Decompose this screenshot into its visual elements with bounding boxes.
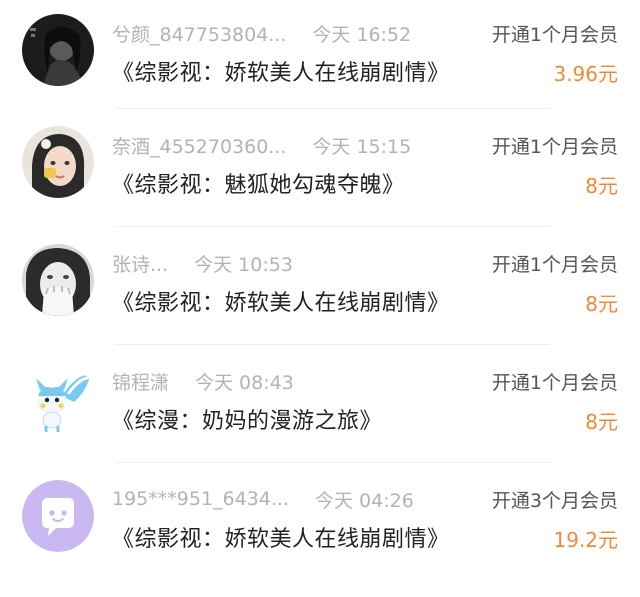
price: 3.96元: [553, 61, 618, 86]
list-item[interactable]: 奈酒_455270360... 今天 15:15 《综影视：魅狐她勾魂夺魄》 开…: [0, 109, 640, 227]
buyer-info: 195***951_6434... 今天 04:26: [112, 485, 414, 513]
book-title[interactable]: 《综影视：娇软美人在线崩剧情》: [112, 285, 450, 317]
purchase-time: 今天 04:26: [315, 489, 414, 512]
buyer-name[interactable]: 锦程潇: [112, 368, 169, 395]
buyer-info: 张诗... 今天 10:53: [112, 249, 293, 277]
purchase-time: 今天 10:53: [194, 253, 293, 276]
purchase-time: 今天 08:43: [195, 371, 294, 394]
buyer-info: 奈酒_455270360... 今天 15:15: [112, 131, 411, 159]
buyer-info: 锦程潇 今天 08:43: [112, 367, 294, 395]
chat-bubble-avatar[interactable]: [22, 480, 94, 552]
price: 8元: [585, 173, 618, 198]
purchase-time: 今天 15:15: [312, 135, 412, 158]
buyer-name[interactable]: 兮颜_847753804...: [112, 20, 286, 47]
pachirisu-avatar[interactable]: [22, 362, 94, 434]
girl-portrait-avatar[interactable]: [22, 126, 94, 198]
book-title[interactable]: 《综影视：魅狐她勾魂夺魄》: [112, 167, 405, 199]
buyer-info: 兮颜_847753804... 今天 16:52: [112, 19, 411, 47]
book-title[interactable]: 《综影视：娇软美人在线崩剧情》: [112, 55, 450, 87]
dark-portrait-avatar[interactable]: [22, 14, 94, 86]
list-item[interactable]: 195***951_6434... 今天 04:26 《综影视：娇软美人在线崩剧…: [0, 463, 640, 581]
buyer-name[interactable]: 奈酒_455270360...: [112, 132, 286, 159]
price: 8元: [585, 409, 618, 434]
membership-action: 开通1个月会员: [491, 253, 618, 276]
list-item[interactable]: 锦程潇 今天 08:43 《综漫：奶妈的漫游之旅》 开通1个月会员 8元: [0, 345, 640, 463]
price: 19.2元: [553, 527, 618, 552]
book-title[interactable]: 《综漫：奶妈的漫游之旅》: [112, 403, 382, 435]
list-item[interactable]: 兮颜_847753804... 今天 16:52 《综影视：娇软美人在线崩剧情》…: [0, 0, 640, 109]
book-title[interactable]: 《综影视：娇软美人在线崩剧情》: [112, 521, 450, 553]
membership-action: 开通1个月会员: [491, 371, 618, 394]
purchase-time: 今天 16:52: [312, 23, 412, 46]
list-item[interactable]: 张诗... 今天 10:53 《综影视：娇软美人在线崩剧情》 开通1个月会员 8…: [0, 227, 640, 345]
covered-face-avatar[interactable]: [22, 244, 94, 316]
buyer-name[interactable]: 张诗...: [112, 250, 168, 277]
membership-action: 开通1个月会员: [491, 135, 618, 158]
purchase-record-list: 兮颜_847753804... 今天 16:52 《综影视：娇软美人在线崩剧情》…: [0, 0, 640, 597]
buyer-name[interactable]: 195***951_6434...: [112, 488, 289, 510]
price: 8元: [585, 291, 618, 316]
membership-action: 开通3个月会员: [491, 489, 618, 512]
membership-action: 开通1个月会员: [491, 23, 618, 46]
